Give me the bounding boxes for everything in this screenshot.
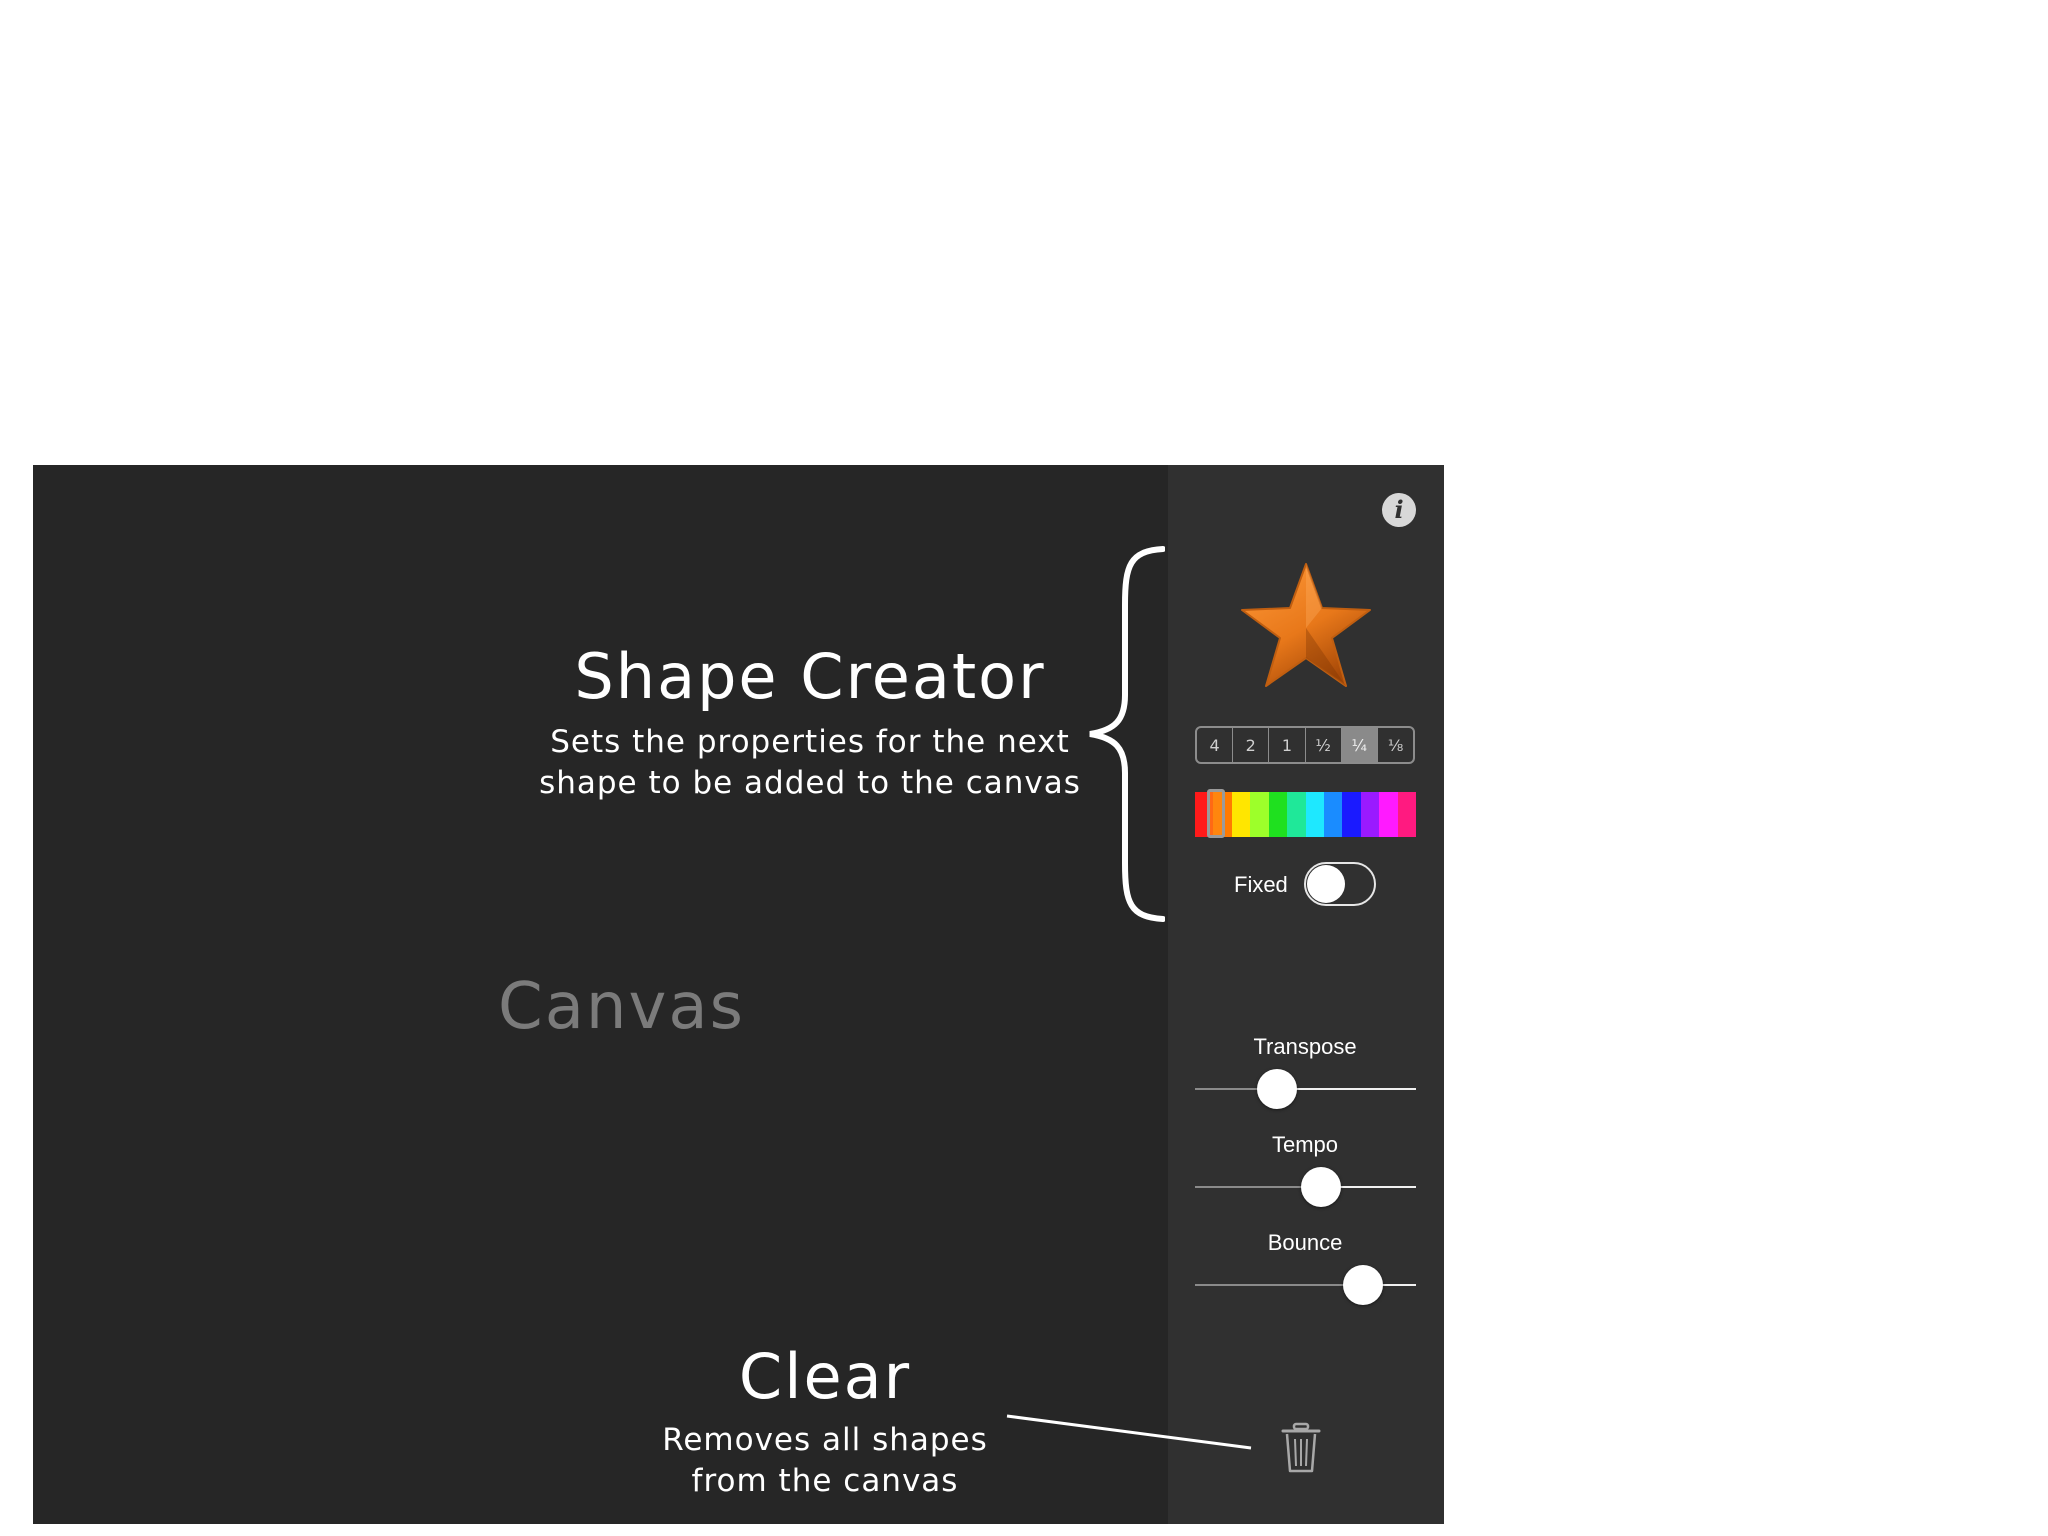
- color-swatch[interactable]: [1323, 792, 1343, 837]
- color-swatch[interactable]: [1250, 792, 1269, 837]
- note-length-option[interactable]: ½: [1306, 728, 1342, 762]
- fixed-label: Fixed: [1234, 872, 1288, 897]
- slider-thumb[interactable]: [1256, 1069, 1297, 1109]
- color-swatch[interactable]: [1342, 792, 1361, 837]
- clear-desc-line-2: from the canvas: [691, 1463, 959, 1499]
- color-swatch[interactable]: [1379, 792, 1398, 837]
- trash-icon[interactable]: [1281, 1422, 1321, 1474]
- shape-creator-desc-line-1: Sets the properties for the next: [550, 724, 1070, 760]
- bounce-slider[interactable]: [1195, 1265, 1416, 1305]
- tempo-slider[interactable]: [1195, 1167, 1416, 1207]
- palette-selection-marker[interactable]: [1207, 789, 1225, 838]
- note-length-selector[interactable]: 421½¼⅛: [1195, 726, 1415, 764]
- bounce-label: Bounce: [1267, 1230, 1343, 1255]
- tempo-label: Tempo: [1271, 1132, 1339, 1157]
- note-length-option[interactable]: 2: [1233, 728, 1270, 762]
- color-swatch[interactable]: [1268, 792, 1288, 837]
- info-icon[interactable]: i: [1382, 493, 1416, 527]
- note-length-option[interactable]: 1: [1269, 728, 1306, 762]
- color-swatch[interactable]: [1397, 792, 1417, 837]
- fixed-toggle-knob: [1307, 865, 1345, 903]
- color-swatch[interactable]: [1305, 792, 1324, 837]
- color-swatch[interactable]: [1287, 792, 1306, 837]
- shape-creator-annotation-desc: Sets the properties for the next shape t…: [520, 722, 1100, 804]
- transpose-label: Transpose: [1253, 1034, 1357, 1059]
- color-palette[interactable]: [1195, 792, 1417, 837]
- color-swatch[interactable]: [1231, 792, 1251, 837]
- color-swatch[interactable]: [1360, 792, 1380, 837]
- note-length-option[interactable]: ¼: [1341, 728, 1378, 762]
- canvas-label: Canvas: [498, 970, 745, 1044]
- shape-creator-annotation-title: Shape Creator: [574, 640, 1046, 713]
- transpose-slider[interactable]: [1195, 1069, 1416, 1109]
- canvas-area[interactable]: Canvas: [33, 465, 1168, 1524]
- slider-fill: [1276, 1088, 1416, 1090]
- clear-annotation-title: Clear: [738, 1340, 912, 1413]
- clear-annotation-desc: Removes all shapes from the canvas: [640, 1420, 1010, 1502]
- slider-thumb[interactable]: [1300, 1167, 1341, 1207]
- clear-desc-line-1: Removes all shapes: [662, 1422, 988, 1458]
- pointer-line: [1006, 1414, 1252, 1450]
- note-length-option[interactable]: 4: [1197, 728, 1234, 762]
- star-shape-preview-icon[interactable]: [1238, 560, 1374, 692]
- shape-creator-desc-line-2: shape to be added to the canvas: [539, 765, 1081, 801]
- fixed-toggle[interactable]: [1304, 862, 1376, 906]
- info-glyph: i: [1394, 495, 1404, 524]
- slider-thumb[interactable]: [1342, 1265, 1383, 1305]
- curly-brace-icon: [1089, 546, 1165, 922]
- note-length-option[interactable]: ⅛: [1378, 728, 1413, 762]
